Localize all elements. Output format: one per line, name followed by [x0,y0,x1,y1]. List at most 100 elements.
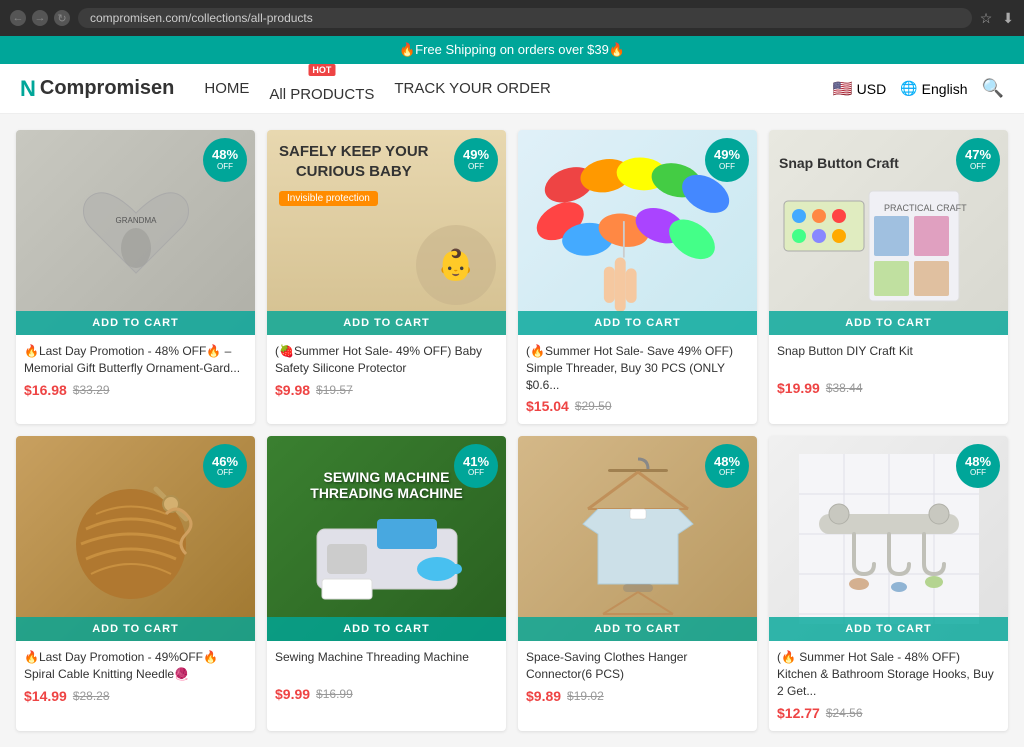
product-title-7: (🔥 Summer Hot Sale - 48% OFF) Kitchen & … [777,649,1000,699]
refresh-button[interactable]: ↻ [54,10,70,26]
language-label: English [922,81,968,97]
logo[interactable]: N Compromisen [20,76,174,102]
nav-right: 🇺🇸 USD 🌐 English 🔍 [833,78,1004,99]
product-image-wrap-1: SAFELY KEEP YOURCURIOUS BABY Invisible p… [267,130,506,335]
off-label-5: OFF [468,469,484,478]
sale-price-4: $14.99 [24,688,67,704]
product-image-wrap-5: SEWING MACHINETHREADING MACHINE 41% OFF [267,436,506,641]
browser-controls: ← → ↻ [10,10,70,26]
nav-links: HOME HOT All PRODUCTS TRACK YOUR ORDER [204,74,802,103]
product-card: 49% OFF ADD TO CART (🔥Summer Hot Sale- S… [518,130,757,424]
download-icon[interactable]: ⬇ [1002,10,1014,27]
sale-price-3: $19.99 [777,380,820,396]
add-to-cart-2[interactable]: ADD TO CART [518,311,757,335]
off-label-2: OFF [719,163,735,172]
product-image-wrap-2: 49% OFF ADD TO CART [518,130,757,335]
off-label-0: OFF [217,163,233,172]
original-price-6: $19.02 [567,689,604,703]
product-prices-0: $16.98 $33.29 [24,382,247,398]
add-to-cart-3[interactable]: ADD TO CART [769,311,1008,335]
currency-selector[interactable]: 🇺🇸 USD [833,79,886,99]
product-info-1: (🍓Summer Hot Sale- 49% OFF) Baby Safety … [267,335,506,408]
sale-price-1: $9.98 [275,382,310,398]
product-prices-1: $9.98 $19.57 [275,382,498,398]
globe-icon: 🌐 [900,80,917,97]
browser-actions: ☆ ⬇ [980,10,1014,27]
announcement-text: 🔥Free Shipping on orders over $39🔥 [399,42,625,57]
original-price-4: $28.28 [73,689,110,703]
sale-price-6: $9.89 [526,688,561,704]
discount-badge-1: 49% OFF [454,138,498,182]
product-image-wrap-0: GRANDMA 48% OFF ADD TO CART [16,130,255,335]
language-selector[interactable]: 🌐 English [900,80,967,97]
product-image-wrap-4: 46% OFF ADD TO CART [16,436,255,641]
original-price-5: $16.99 [316,687,353,701]
sale-price-7: $12.77 [777,705,820,721]
product-card: GRANDMA 48% OFF ADD TO CART 🔥Last Day Pr… [16,130,255,424]
product-prices-6: $9.89 $19.02 [526,688,749,704]
add-to-cart-0[interactable]: ADD TO CART [16,311,255,335]
flag-icon: 🇺🇸 [833,79,853,99]
sale-price-0: $16.98 [24,382,67,398]
product-info-4: 🔥Last Day Promotion - 49%OFF🔥Spiral Cabl… [16,641,255,714]
address-bar[interactable]: compromisen.com/collections/all-products [78,8,972,28]
svg-text:PRACTICAL CRAFT KIT: PRACTICAL CRAFT KIT [884,203,969,213]
announcement-bar: 🔥Free Shipping on orders over $39🔥 [0,36,1024,64]
discount-value-0: 48% [212,148,238,162]
discount-value-6: 48% [714,455,740,469]
product-title-1: (🍓Summer Hot Sale- 49% OFF) Baby Safety … [275,343,498,377]
add-to-cart-1[interactable]: ADD TO CART [267,311,506,335]
add-to-cart-7[interactable]: ADD TO CART [769,617,1008,641]
currency-label: USD [857,81,887,97]
discount-badge-3: 47% OFF [956,138,1000,182]
add-to-cart-4[interactable]: ADD TO CART [16,617,255,641]
add-to-cart-5[interactable]: ADD TO CART [267,617,506,641]
product-title-6: Space-Saving Clothes Hanger Connector(6 … [526,649,749,683]
off-label-3: OFF [970,163,986,172]
product-title-5: Sewing Machine Threading Machine [275,649,498,681]
discount-badge-2: 49% OFF [705,138,749,182]
product-card: 48% OFF ADD TO CART (🔥 Summer Hot Sale -… [769,436,1008,730]
product-info-0: 🔥Last Day Promotion - 48% OFF🔥 – Memoria… [16,335,255,408]
original-price-2: $29.50 [575,399,612,413]
original-price-3: $38.44 [826,381,863,395]
off-label-6: OFF [719,469,735,478]
logo-text: Compromisen [40,77,174,100]
original-price-7: $24.56 [826,706,863,720]
products-grid: GRANDMA 48% OFF ADD TO CART 🔥Last Day Pr… [0,114,1024,747]
product-title-0: 🔥Last Day Promotion - 48% OFF🔥 – Memoria… [24,343,247,377]
forward-button[interactable]: → [32,10,48,26]
product-info-2: (🔥Summer Hot Sale- Save 49% OFF) Simple … [518,335,757,424]
product-image-wrap-3: Snap Button Craft PRACTICAL CRAFT KIT [769,130,1008,335]
nav-track-order-label: TRACK YOUR ORDER [394,80,550,97]
product-image-wrap-7: 48% OFF ADD TO CART [769,436,1008,641]
off-label-1: OFF [468,163,484,172]
product-card: 48% OFF ADD TO CART Space-Saving Clothes… [518,436,757,730]
nav-all-products[interactable]: HOT All PRODUCTS [269,74,374,103]
sale-price-5: $9.99 [275,686,310,702]
browser-chrome: ← → ↻ compromisen.com/collections/all-pr… [0,0,1024,36]
svg-text:GRANDMA: GRANDMA [115,216,157,225]
product-card: Snap Button Craft PRACTICAL CRAFT KIT [769,130,1008,424]
product-prices-4: $14.99 $28.28 [24,688,247,704]
product-card: SEWING MACHINETHREADING MACHINE 41% OFF [267,436,506,730]
url-text: compromisen.com/collections/all-products [90,11,313,25]
main-nav: N Compromisen HOME HOT All PRODUCTS TRAC… [0,64,1024,114]
product-prices-7: $12.77 $24.56 [777,705,1000,721]
discount-value-3: 47% [965,148,991,162]
nav-track-order[interactable]: TRACK YOUR ORDER [394,80,550,97]
product-title-3: Snap Button DIY Craft Kit [777,343,1000,375]
add-to-cart-6[interactable]: ADD TO CART [518,617,757,641]
nav-home[interactable]: HOME [204,80,249,97]
hot-badge: HOT [308,64,335,76]
sale-price-2: $15.04 [526,398,569,414]
product-title-2: (🔥Summer Hot Sale- Save 49% OFF) Simple … [526,343,749,393]
discount-value-7: 48% [965,455,991,469]
star-icon[interactable]: ☆ [980,10,993,27]
nav-all-products-label: All PRODUCTS [269,86,374,103]
back-button[interactable]: ← [10,10,26,26]
product-info-3: Snap Button DIY Craft Kit $19.99 $38.44 [769,335,1008,406]
discount-value-5: 41% [463,455,489,469]
invisible-badge: Invisible protection [279,191,378,206]
search-icon[interactable]: 🔍 [982,78,1004,99]
